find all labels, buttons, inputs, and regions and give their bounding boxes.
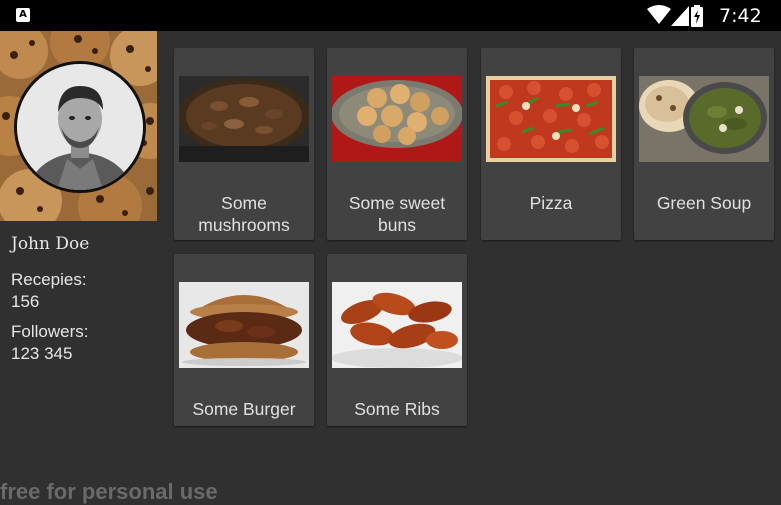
followers-label: Followers: (11, 322, 89, 341)
recipe-card-ribs[interactable]: Some Ribs (327, 254, 467, 426)
recipe-card-pizza[interactable]: Pizza (481, 48, 621, 240)
user-name: John Doe (11, 234, 90, 254)
recipes-count: 156 (11, 292, 40, 311)
profile-cover-image (0, 31, 157, 221)
burger-image (179, 282, 309, 368)
recipe-card-sweet-buns[interactable]: Some sweet buns (327, 48, 467, 240)
pizza-image (486, 76, 616, 162)
app-notification-icon: A (16, 8, 30, 22)
battery-charging-icon (691, 5, 703, 27)
ribs-image (332, 282, 462, 368)
signal-icon (671, 6, 689, 26)
recipe-title: Some Ribs (354, 399, 440, 419)
recipe-title: Some sweet buns (348, 193, 446, 235)
recipe-card-burger[interactable]: Some Burger (174, 254, 314, 426)
followers-count: 123 345 (11, 344, 73, 363)
wifi-icon (647, 5, 671, 24)
status-time: 7:42 (719, 5, 762, 27)
recipe-title: Some mushrooms (198, 193, 290, 235)
mushrooms-image (179, 76, 309, 162)
recipe-title: Green Soup (656, 193, 752, 213)
avatar[interactable] (14, 61, 146, 193)
status-bar: A 7:42 (0, 0, 781, 31)
recipe-card-green-soup[interactable]: Green Soup (634, 48, 774, 240)
recipe-card-mushrooms[interactable]: Some mushrooms (174, 48, 314, 240)
watermark-text: free for personal use (0, 479, 218, 504)
recipe-title: Pizza (529, 193, 573, 213)
green-soup-image (639, 76, 769, 162)
sweet-buns-image (332, 76, 462, 162)
recipe-title: Some Burger (192, 399, 296, 419)
profile-sidebar: John Doe Recepies: 156 Followers: 123 34… (0, 31, 157, 505)
recipes-label: Recepies: (11, 270, 87, 289)
